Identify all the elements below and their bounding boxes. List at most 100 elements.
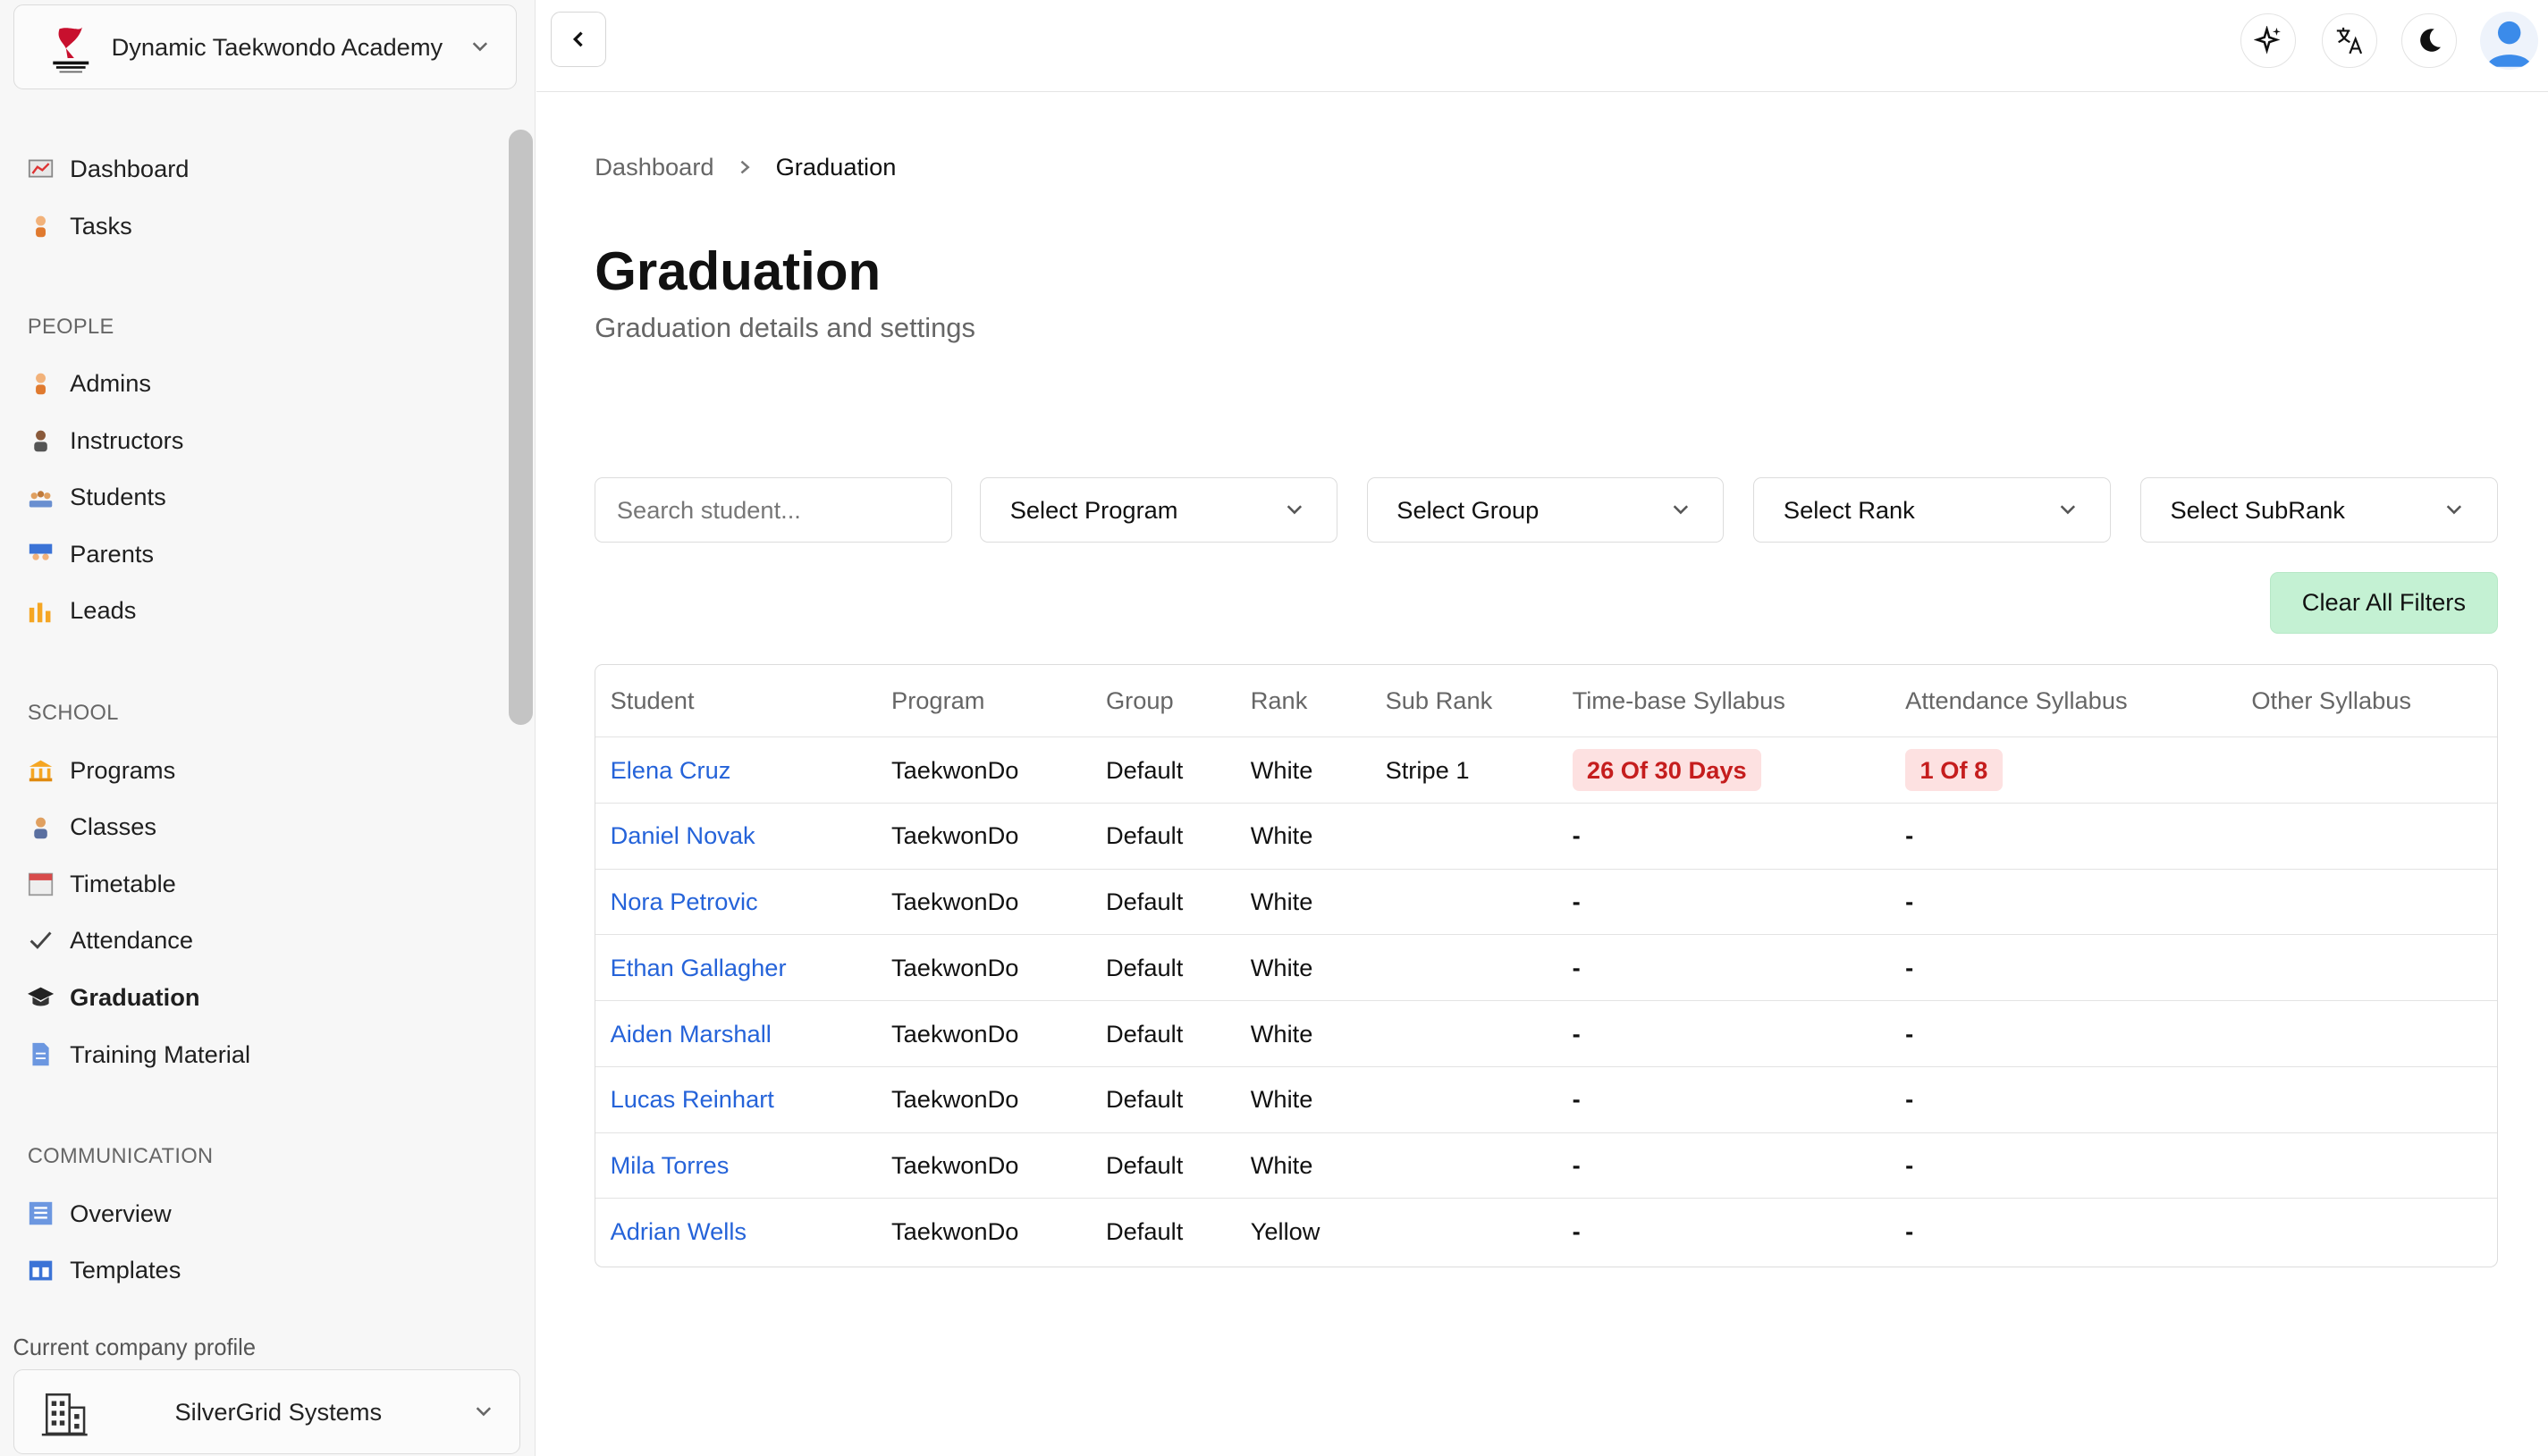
sidebar: Dynamic Taekwondo Academy Dashboard Task… [0, 0, 536, 1456]
time-syllabus-cell: 26 Of 30 Days [1557, 736, 1891, 804]
graduation-cap-icon [27, 988, 54, 1006]
attendance-syllabus-cell: - [1890, 803, 2237, 870]
section-label-people: PEOPLE [27, 315, 114, 339]
company-name: SilverGrid Systems [174, 1398, 383, 1427]
group-cell: Default [1105, 1216, 1184, 1245]
sidebar-item-label: Programs [70, 755, 176, 784]
sidebar-item-students[interactable]: Students [28, 477, 166, 517]
student-name-link[interactable]: Daniel Novak [595, 803, 877, 870]
student-name-link[interactable]: Aiden Marshall [595, 1000, 877, 1067]
sidebar-item-dashboard[interactable]: Dashboard [28, 149, 190, 189]
sidebar-item-label: Graduation [70, 982, 200, 1011]
student-name-link[interactable]: Elena Cruz [595, 736, 877, 804]
ai-sparkle-button[interactable] [2240, 13, 2297, 69]
rank-cell: White [1236, 1000, 1371, 1067]
sidebar-item-templates[interactable]: Templates [28, 1251, 181, 1291]
other-syllabus-cell [2236, 736, 2497, 804]
attendance-syllabus-cell: 1 Of 8 [1890, 736, 2237, 804]
admin-icon [35, 374, 46, 395]
attendance-syllabus-cell: - [1905, 1216, 1914, 1245]
sidebar-item-leads[interactable]: Leads [28, 592, 136, 631]
student-name-link[interactable]: Ethan Gallagher [595, 934, 877, 1002]
students-icon [29, 490, 53, 508]
program-cell: TaekwonDo [876, 934, 1092, 1002]
top-bar [536, 0, 2548, 92]
sidebar-item-parents[interactable]: Parents [28, 534, 154, 574]
column-header-group: Group [1091, 665, 1236, 738]
sidebar-item-label: Attendance [70, 926, 194, 955]
student-name-link[interactable]: Adrian Wells [595, 1199, 876, 1264]
program-select-value: Select Program [1009, 496, 1178, 525]
time-syllabus-cell: - [1557, 869, 1891, 936]
group-select-value: Select Group [1396, 496, 1540, 525]
table-row: Nora Petrovic TaekwonDo Default White - … [595, 869, 2497, 936]
program-select[interactable]: Select Program [980, 477, 1337, 543]
sidebar-item-timetable[interactable]: Timetable [28, 864, 176, 904]
time-syllabus-cell: - [1557, 1132, 1891, 1199]
program-cell: TaekwonDo [876, 803, 1092, 870]
subrank-cell [1371, 1199, 1557, 1264]
student-name-link[interactable]: Lucas Reinhart [595, 1066, 877, 1133]
rank-cell: White [1236, 934, 1371, 1002]
chevron-left-icon [573, 31, 583, 47]
theme-toggle-button[interactable] [2401, 13, 2458, 69]
bar-chart-icon [29, 602, 51, 623]
search-input[interactable] [595, 477, 953, 543]
chevron-down-icon [1287, 505, 1302, 515]
rank-cell: White [1236, 736, 1371, 804]
program-cell: TaekwonDo [876, 869, 1092, 936]
column-header-other-syllabus: Other Syllabus [2236, 665, 2497, 738]
sidebar-item-graduation[interactable]: Graduation [27, 978, 200, 1017]
group-cell: Default [1091, 934, 1236, 1002]
sidebar-item-programs[interactable]: Programs [28, 751, 175, 790]
sidebar-item-classes[interactable]: Classes [28, 807, 156, 846]
program-cell: TaekwonDo [876, 736, 1092, 804]
program-cell: TaekwonDo [876, 1066, 1092, 1133]
subrank-cell [1371, 803, 1558, 870]
sidebar-item-tasks[interactable]: Tasks [28, 206, 132, 246]
parents-icon [29, 543, 53, 561]
subrank-select[interactable]: Select SubRank [2139, 477, 2498, 543]
language-button[interactable] [2322, 13, 2378, 69]
group-select[interactable]: Select Group [1366, 477, 1725, 543]
sidebar-item-instructors[interactable]: Instructors [28, 421, 183, 460]
other-syllabus-cell [2237, 1199, 2497, 1264]
breadcrumb-dashboard[interactable]: Dashboard [595, 153, 713, 181]
page-subtitle: Graduation details and settings [595, 311, 975, 343]
group-cell: Default [1091, 1000, 1236, 1067]
scrollbar-thumb[interactable] [508, 130, 534, 725]
sidebar-item-label: Dashboard [70, 155, 190, 183]
template-icon [29, 1260, 53, 1281]
sparkle-icon [2254, 26, 2281, 55]
student-name-link[interactable]: Nora Petrovic [595, 869, 877, 936]
time-syllabus-cell: - [1557, 1066, 1891, 1133]
group-cell: Default [1091, 1132, 1236, 1199]
column-header-subrank: Sub Rank [1371, 665, 1558, 738]
program-cell: TaekwonDo [876, 1132, 1092, 1199]
rank-select[interactable]: Select Rank [1753, 477, 2112, 543]
rank-select-value: Select Rank [1783, 496, 1915, 525]
column-header-program: Program [876, 665, 1092, 738]
student-name-link[interactable]: Mila Torres [595, 1132, 877, 1199]
org-switcher[interactable]: Dynamic Taekwondo Academy [13, 4, 517, 89]
sidebar-scrollbar[interactable] [508, 130, 535, 1312]
calendar-icon [28, 872, 54, 896]
translate-icon [2336, 27, 2362, 55]
sidebar-item-overview[interactable]: Overview [28, 1194, 172, 1233]
sidebar-item-training-material[interactable]: Training Material [28, 1035, 250, 1074]
person-icon [35, 215, 46, 238]
program-cell: TaekwonDo [891, 1216, 1019, 1245]
user-avatar[interactable] [2479, 11, 2539, 71]
sidebar-item-label: Templates [70, 1256, 181, 1284]
company-switcher[interactable]: SilverGrid Systems [13, 1369, 520, 1454]
time-syllabus-badge: 26 Of 30 Days [1572, 749, 1762, 791]
clear-all-filters-button[interactable]: Clear All Filters [2270, 571, 2498, 634]
table-row: Daniel Novak TaekwonDo Default White - - [595, 803, 2497, 870]
breadcrumb: Dashboard Graduation [595, 153, 896, 181]
subrank-cell [1371, 1066, 1558, 1133]
sidebar-item-admins[interactable]: Admins [28, 364, 151, 403]
attendance-syllabus-cell: - [1890, 1000, 2237, 1067]
chevron-down-icon [476, 1407, 491, 1417]
sidebar-item-attendance[interactable]: Attendance [28, 922, 193, 961]
collapse-sidebar-button[interactable] [551, 11, 606, 67]
